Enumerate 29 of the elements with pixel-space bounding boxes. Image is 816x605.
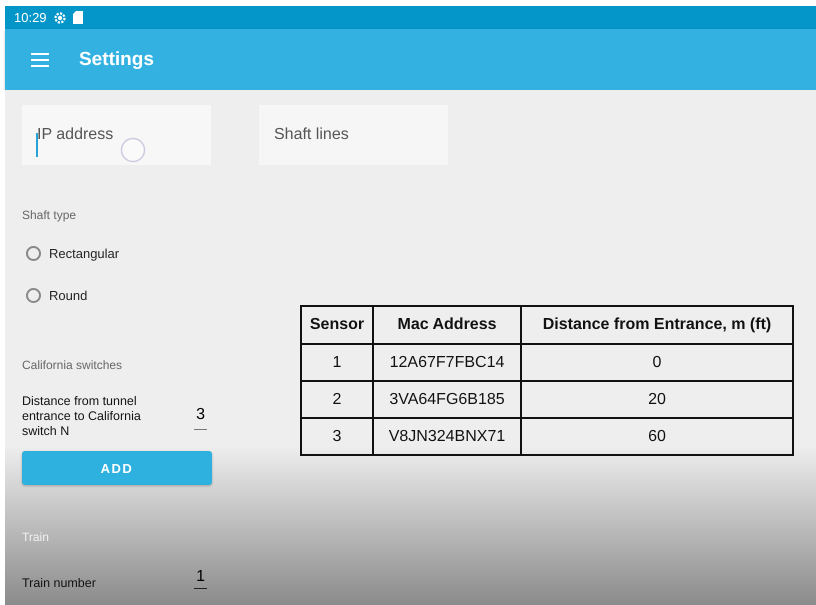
number-field[interactable]: 1 <box>194 568 207 589</box>
table-cell: 60 <box>521 418 793 455</box>
column-header: Sensor <box>301 306 373 344</box>
number-field[interactable]: 3 <box>194 406 207 430</box>
table-cell: V8JN324BNX71 <box>373 418 521 455</box>
column-header: Mac Address <box>373 306 521 344</box>
radio-option[interactable]: Rectangular <box>26 246 120 261</box>
sd-card-icon <box>72 11 83 24</box>
menu-icon[interactable] <box>31 52 49 66</box>
radio-option[interactable]: Round <box>26 288 88 303</box>
section-heading: California switches <box>22 358 122 372</box>
table-cell: 12A67F7FBC14 <box>373 344 521 381</box>
touch-indicator-icon <box>120 137 146 163</box>
section-heading: Train <box>22 530 49 544</box>
status-time: 10:29 <box>14 10 47 25</box>
table-cell: 2 <box>301 381 373 418</box>
table-cell: 0 <box>521 344 793 381</box>
table-cell: 1 <box>301 344 373 381</box>
gear-icon <box>52 10 67 24</box>
table-cell: 20 <box>521 381 793 418</box>
app-title: Settings <box>79 48 154 70</box>
column-header: Distance from Entrance, m (ft) <box>521 306 793 344</box>
text-field[interactable]: Shaft lines <box>259 105 448 165</box>
text-field[interactable]: IP address <box>22 105 211 165</box>
table-cell: 3VA64FG6B185 <box>373 381 521 418</box>
section-heading: Shaft type <box>22 208 76 222</box>
field-label: Train number <box>22 576 97 591</box>
table-cell: 3 <box>301 418 373 455</box>
field-label: Distance from tunnel entrance to California switch N <box>22 394 142 439</box>
